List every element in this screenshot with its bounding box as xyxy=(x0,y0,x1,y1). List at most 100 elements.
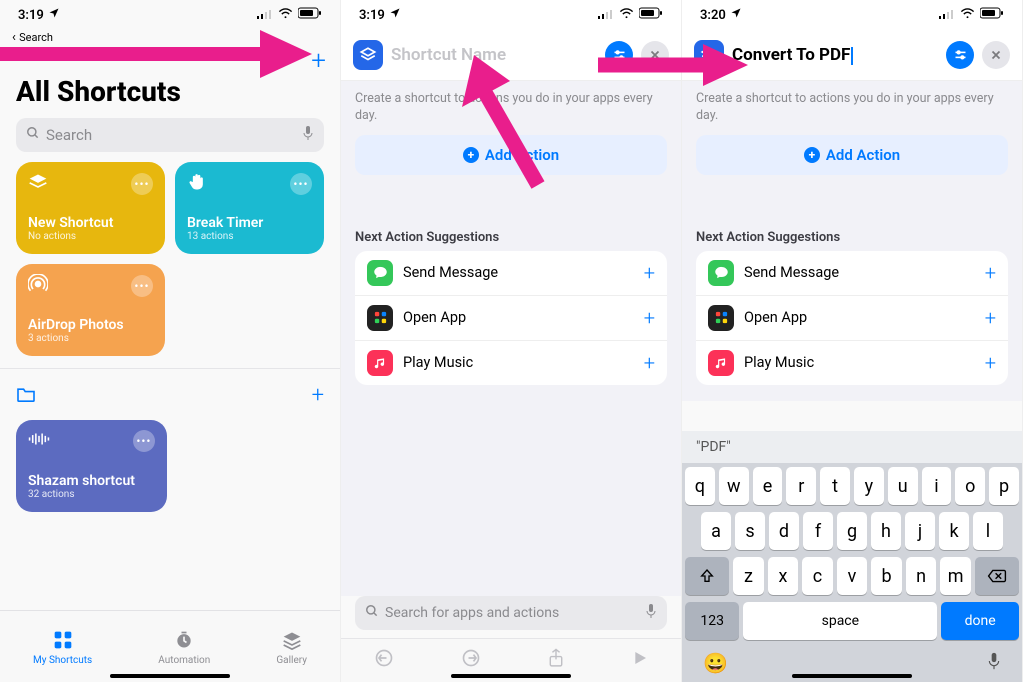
add-icon[interactable]: + xyxy=(985,306,996,330)
suggestion-open-app[interactable]: Open App + xyxy=(355,296,667,341)
key-i[interactable]: i xyxy=(922,467,952,505)
share-button[interactable] xyxy=(547,648,565,673)
tab-my-shortcuts[interactable]: My Shortcuts xyxy=(33,628,92,666)
tab-automation[interactable]: Automation xyxy=(158,628,210,666)
space-key[interactable]: space xyxy=(743,602,937,640)
more-icon[interactable]: ••• xyxy=(131,275,153,297)
more-icon[interactable]: ••• xyxy=(131,173,153,195)
more-icon[interactable]: ••• xyxy=(290,173,312,195)
key-v[interactable]: v xyxy=(837,557,868,595)
key-c[interactable]: c xyxy=(802,557,833,595)
kb-row-1: qwertyuiop xyxy=(685,467,1019,505)
soundwave-icon xyxy=(28,431,50,451)
dictate-key[interactable] xyxy=(987,651,1001,676)
numbers-key[interactable]: 123 xyxy=(685,602,739,640)
suggestion-send-message[interactable]: Send Message + xyxy=(696,251,1008,296)
key-s[interactable]: s xyxy=(735,512,765,550)
suggestion-open-app[interactable]: Open App + xyxy=(696,296,1008,341)
keyboard-suggestion-bar[interactable]: "PDF" xyxy=(682,431,1022,463)
key-d[interactable]: d xyxy=(769,512,799,550)
folder-add-button[interactable]: + xyxy=(312,383,324,408)
shortcut-card-airdrop-photos[interactable]: ••• AirDrop Photos 3 actions xyxy=(16,264,165,356)
status-time: 3:20 xyxy=(700,8,726,23)
home-indicator[interactable] xyxy=(110,674,230,678)
signal-icon xyxy=(598,8,614,23)
key-l[interactable]: l xyxy=(973,512,1003,550)
search-input[interactable]: Search xyxy=(16,118,324,152)
editor-header: Shortcut Name xyxy=(341,30,681,81)
shortcut-app-icon[interactable] xyxy=(694,40,724,70)
key-g[interactable]: g xyxy=(837,512,867,550)
shortcut-card-new-shortcut[interactable]: ••• New Shortcut No actions xyxy=(16,162,165,254)
add-icon[interactable]: + xyxy=(985,351,996,375)
run-button[interactable] xyxy=(632,649,648,672)
key-t[interactable]: t xyxy=(820,467,850,505)
new-shortcut-plus-button[interactable]: + xyxy=(311,51,326,71)
add-icon[interactable]: + xyxy=(644,261,655,285)
shortcut-name-input[interactable]: Shortcut Name xyxy=(391,45,597,65)
add-icon[interactable]: + xyxy=(644,351,655,375)
key-k[interactable]: k xyxy=(939,512,969,550)
add-icon[interactable]: + xyxy=(985,261,996,285)
tab-gallery[interactable]: Gallery xyxy=(276,628,307,666)
key-r[interactable]: r xyxy=(786,467,816,505)
key-h[interactable]: h xyxy=(871,512,901,550)
suggestion-play-music[interactable]: Play Music + xyxy=(696,341,1008,385)
key-x[interactable]: x xyxy=(768,557,799,595)
search-placeholder: Search xyxy=(46,126,92,144)
add-icon[interactable]: + xyxy=(644,306,655,330)
shortcut-card-break-timer[interactable]: ••• Break Timer 13 actions xyxy=(175,162,324,254)
emoji-key[interactable]: 😀 xyxy=(703,651,728,676)
key-u[interactable]: u xyxy=(888,467,918,505)
back-to-search[interactable]: Search xyxy=(0,30,340,45)
key-o[interactable]: o xyxy=(955,467,985,505)
shortcut-name-input[interactable]: Convert To PDF xyxy=(732,45,938,65)
shortcut-app-icon[interactable] xyxy=(353,40,383,70)
done-key[interactable]: done xyxy=(941,602,1019,640)
keyboard[interactable]: "PDF" qwertyuiop asdfghjkl zxcvbnm 123 s… xyxy=(682,431,1022,682)
suggestion-label: Play Music xyxy=(403,354,473,371)
suggestion-label: Send Message xyxy=(403,264,498,281)
key-n[interactable]: n xyxy=(906,557,937,595)
add-action-button[interactable]: + Add Action xyxy=(696,135,1008,175)
key-y[interactable]: y xyxy=(854,467,884,505)
add-action-button[interactable]: + Add Action xyxy=(355,135,667,175)
settings-button[interactable] xyxy=(946,41,974,69)
settings-button[interactable] xyxy=(605,41,633,69)
kb-suggestion[interactable]: "PDF" xyxy=(696,439,731,455)
key-b[interactable]: b xyxy=(871,557,902,595)
screen-new-shortcut-editor: 3:19 Shortcut Name Create a shortcut to … xyxy=(341,0,682,682)
key-j[interactable]: j xyxy=(905,512,935,550)
undo-button[interactable] xyxy=(374,648,394,673)
dictate-icon[interactable] xyxy=(302,125,314,145)
key-e[interactable]: e xyxy=(753,467,783,505)
more-icon[interactable]: ••• xyxy=(133,430,155,452)
suggestion-play-music[interactable]: Play Music + xyxy=(355,341,667,385)
page-title: All Shortcuts xyxy=(0,73,340,118)
tab-label: Automation xyxy=(158,655,210,666)
key-p[interactable]: p xyxy=(989,467,1019,505)
key-a[interactable]: a xyxy=(701,512,731,550)
folder-row[interactable]: + xyxy=(16,383,324,408)
dictate-icon[interactable] xyxy=(645,603,657,623)
key-f[interactable]: f xyxy=(803,512,833,550)
card-subtitle: 3 actions xyxy=(28,333,153,344)
shift-key[interactable] xyxy=(685,557,729,595)
location-icon xyxy=(48,7,60,23)
shortcut-card-shazam[interactable]: ••• Shazam shortcut 32 actions xyxy=(16,420,167,512)
key-w[interactable]: w xyxy=(719,467,749,505)
close-button[interactable] xyxy=(982,41,1010,69)
backspace-key[interactable] xyxy=(975,557,1019,595)
key-z[interactable]: z xyxy=(733,557,764,595)
home-indicator[interactable] xyxy=(792,674,912,678)
redo-button[interactable] xyxy=(461,648,481,673)
action-search-input[interactable]: Search for apps and actions xyxy=(355,596,667,630)
key-q[interactable]: q xyxy=(685,467,715,505)
suggestion-label: Play Music xyxy=(744,354,814,371)
search-icon xyxy=(26,126,40,144)
home-indicator[interactable] xyxy=(451,674,571,678)
suggestion-send-message[interactable]: Send Message + xyxy=(355,251,667,296)
text-cursor xyxy=(851,47,853,65)
key-m[interactable]: m xyxy=(940,557,971,595)
close-button[interactable] xyxy=(641,41,669,69)
